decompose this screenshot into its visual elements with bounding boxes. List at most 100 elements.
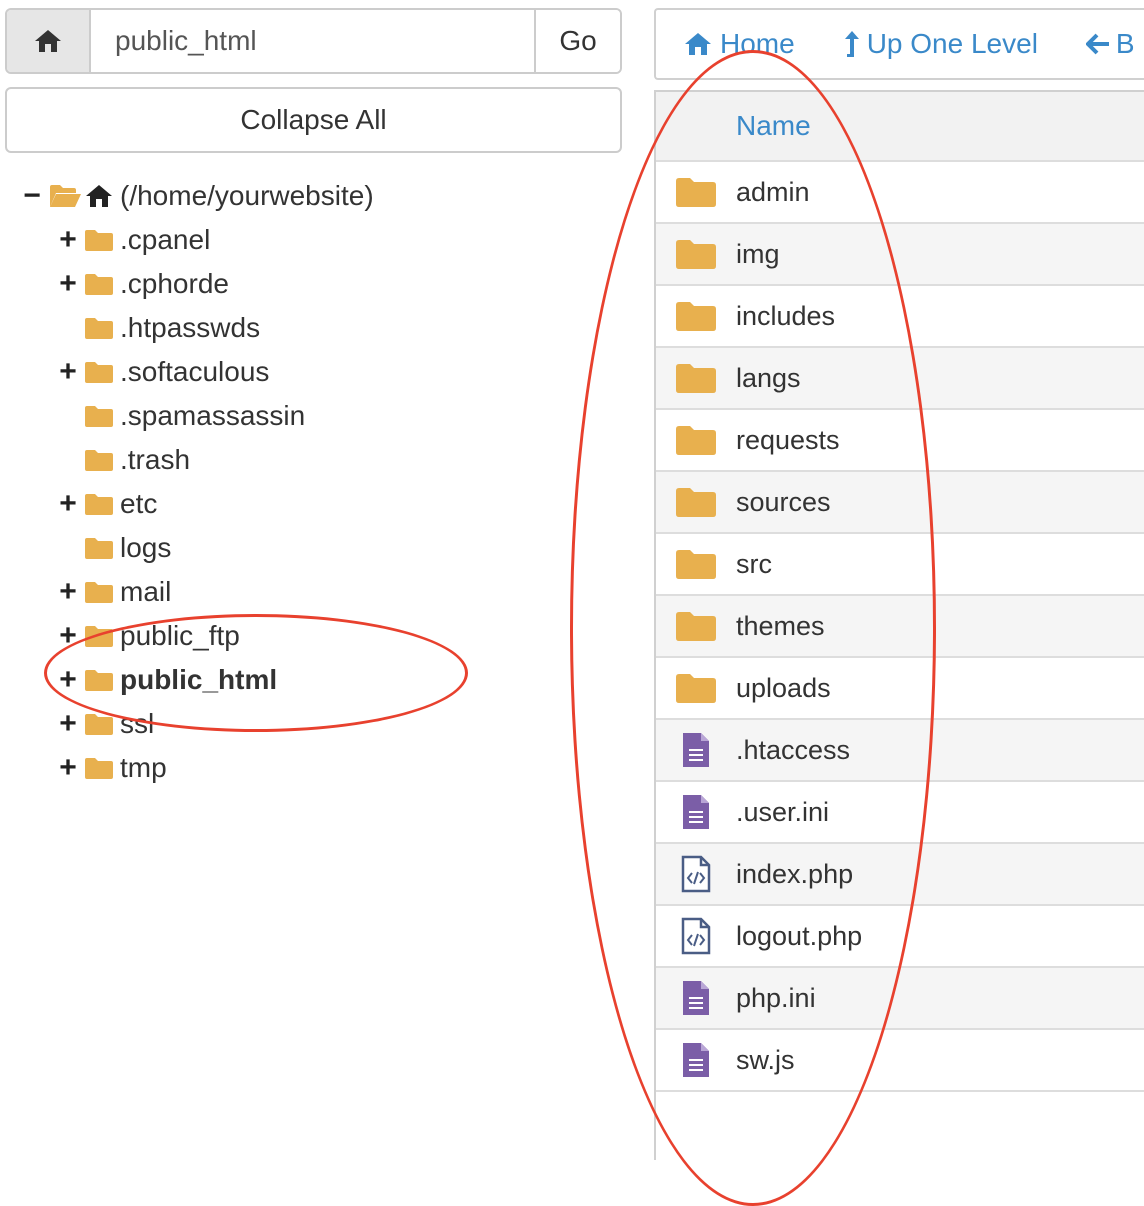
file-row[interactable]: index.php (656, 844, 1144, 906)
file-row[interactable]: includes (656, 286, 1144, 348)
level-up-icon (844, 31, 859, 57)
folder-icon-wrap (84, 448, 114, 472)
folder-icon-wrap (84, 580, 114, 604)
file-name[interactable]: requests (736, 425, 840, 456)
tree-root-label[interactable]: (/home/yourwebsite) (120, 180, 374, 212)
back-button[interactable]: B (1085, 28, 1135, 60)
file-row[interactable]: img (656, 224, 1144, 286)
folder-icon-wrap (84, 360, 114, 384)
folder-icon (676, 364, 716, 393)
folder-icon-wrap (84, 712, 114, 736)
folder-icon (85, 494, 113, 515)
file-name[interactable]: uploads (736, 673, 831, 704)
home-nav-button[interactable]: Home (682, 28, 795, 60)
expand-toggle[interactable]: + (58, 753, 78, 783)
tree-item[interactable]: +.htpasswds (58, 306, 260, 350)
file-icon-wrap (666, 362, 726, 394)
file-name[interactable]: img (736, 239, 780, 270)
file-name[interactable]: .user.ini (736, 797, 829, 828)
expand-toggle[interactable]: + (58, 621, 78, 651)
file-name[interactable]: sw.js (736, 1045, 795, 1076)
column-header-name[interactable]: Name (656, 92, 1144, 162)
file-icon-wrap (666, 610, 726, 642)
file-row[interactable]: php.ini (656, 968, 1144, 1030)
tree-item[interactable]: +logs (58, 526, 171, 570)
tree-item-label[interactable]: ssl (120, 708, 154, 740)
tree-item-label[interactable]: .htpasswds (120, 312, 260, 344)
file-name[interactable]: themes (736, 611, 825, 642)
path-home-button[interactable] (7, 10, 91, 72)
up-one-level-button[interactable]: Up One Level (843, 28, 1038, 60)
tree-item-label[interactable]: mail (120, 576, 171, 608)
file-row[interactable]: logout.php (656, 906, 1144, 968)
tree-item[interactable]: +.trash (58, 438, 190, 482)
tree-item[interactable]: + tmp (58, 746, 167, 790)
arrow-left-icon (1085, 33, 1109, 55)
tree-item[interactable]: + .cphorde (58, 262, 229, 306)
expand-toggle[interactable]: + (58, 357, 78, 387)
folder-icon-wrap (84, 316, 114, 340)
file-row[interactable]: src (656, 534, 1144, 596)
path-input[interactable] (91, 10, 534, 72)
expand-toggle[interactable]: + (58, 665, 78, 695)
tree-item-label[interactable]: .spamassassin (120, 400, 305, 432)
file-name[interactable]: index.php (736, 859, 853, 890)
expand-toggle[interactable]: + (58, 577, 78, 607)
collapse-toggle[interactable]: − (22, 181, 42, 211)
collapse-all-button[interactable]: Collapse All (5, 87, 622, 153)
folder-icon (676, 240, 716, 269)
file-row[interactable]: sources (656, 472, 1144, 534)
tree-item-label[interactable]: etc (120, 488, 157, 520)
file-row[interactable]: sw.js (656, 1030, 1144, 1092)
folder-icon (676, 674, 716, 703)
text-file-icon (683, 733, 709, 767)
back-label: B (1115, 28, 1135, 59)
file-row[interactable]: admin (656, 162, 1144, 224)
tree-item[interactable]: + etc (58, 482, 157, 526)
tree-item-label[interactable]: .softaculous (120, 356, 269, 388)
file-name[interactable]: .htaccess (736, 735, 850, 766)
file-toolbar: Home Up One Level B (654, 8, 1144, 80)
tree-item[interactable]: + public_ftp (58, 614, 240, 658)
file-name[interactable]: admin (736, 177, 810, 208)
tree-item-label[interactable]: .cphorde (120, 268, 229, 300)
tree-item[interactable]: + ssl (58, 702, 154, 746)
folder-icon (85, 538, 113, 559)
tree-item-label[interactable]: logs (120, 532, 171, 564)
tree-item-label[interactable]: tmp (120, 752, 167, 784)
tree-item[interactable]: + .cpanel (58, 218, 210, 262)
tree-item-label[interactable]: .trash (120, 444, 190, 476)
file-name[interactable]: includes (736, 301, 835, 332)
file-row[interactable]: langs (656, 348, 1144, 410)
tree-item[interactable]: + mail (58, 570, 171, 614)
expand-toggle[interactable]: + (58, 489, 78, 519)
tree-item[interactable]: + .softaculous (58, 350, 269, 394)
file-row[interactable]: themes (656, 596, 1144, 658)
file-icon-wrap (666, 424, 726, 456)
tree-item-label[interactable]: .cpanel (120, 224, 210, 256)
tree-item[interactable]: +.spamassassin (58, 394, 305, 438)
tree-item-label[interactable]: public_html (120, 664, 277, 696)
go-button[interactable]: Go (534, 10, 620, 72)
tree-root[interactable]: − (/home/yourwebsite) (22, 174, 374, 218)
file-name[interactable]: sources (736, 487, 831, 518)
file-row[interactable]: uploads (656, 658, 1144, 720)
expand-toggle[interactable]: + (58, 225, 78, 255)
code-file-icon (681, 855, 711, 893)
expand-toggle[interactable]: + (58, 709, 78, 739)
folder-icon (85, 450, 113, 471)
file-row[interactable]: requests (656, 410, 1144, 472)
file-row[interactable]: .htaccess (656, 720, 1144, 782)
file-name[interactable]: src (736, 549, 772, 580)
tree-item[interactable]: + public_html (58, 658, 277, 702)
file-name[interactable]: logout.php (736, 921, 862, 952)
folder-icon (676, 178, 716, 207)
file-list: Name admin img includes langs requests source… (654, 90, 1144, 1160)
expand-toggle[interactable]: + (58, 269, 78, 299)
tree-item-label[interactable]: public_ftp (120, 620, 240, 652)
file-row[interactable]: .user.ini (656, 782, 1144, 844)
folder-icon (85, 362, 113, 383)
file-icon-wrap (666, 486, 726, 518)
file-name[interactable]: langs (736, 363, 801, 394)
file-name[interactable]: php.ini (736, 983, 816, 1014)
